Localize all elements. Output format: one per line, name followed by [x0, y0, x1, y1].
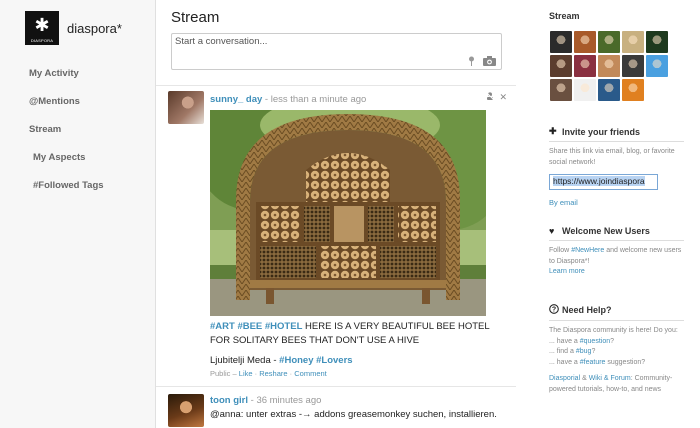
contact-avatar[interactable] — [646, 55, 668, 77]
reshare-link[interactable]: Reshare — [259, 369, 287, 378]
section-title: ? Need Help? — [549, 304, 684, 321]
left-sidebar: ✱ DIASPORA diaspora* My Activity @Mentio… — [0, 0, 156, 428]
invite-title: Invite your friends — [562, 126, 641, 137]
asterisk-logo-icon: ✱ — [34, 15, 50, 35]
heart-icon: ♥ — [549, 226, 555, 236]
wiki-forum-link[interactable]: Wiki & Forum — [589, 375, 631, 382]
bug-tag-link[interactable]: #bug — [576, 348, 592, 355]
section-title: ♥ Welcome New Users — [549, 226, 684, 241]
camera-icon[interactable] — [483, 56, 496, 69]
post-time[interactable]: - less than a minute ago — [262, 94, 366, 105]
contacts-grid — [550, 31, 675, 103]
contact-avatar[interactable] — [598, 55, 620, 77]
divider — [156, 386, 516, 387]
help-item-post: ? — [591, 348, 596, 355]
nav-my-activity[interactable]: My Activity — [0, 63, 155, 91]
nav-stream[interactable]: Stream — [0, 119, 155, 147]
main-stream: Stream sunny_ day - less than a minute a… — [156, 0, 526, 428]
publisher-input[interactable] — [175, 36, 495, 47]
plus-icon: ✚ — [549, 126, 557, 136]
help-item-post: suggestion? — [605, 358, 646, 366]
question-circle-icon: ? — [549, 304, 559, 316]
welcome-title: Welcome New Users — [562, 226, 650, 236]
invite-url: https://www.joindiaspora — [553, 176, 645, 186]
svg-text:?: ? — [552, 307, 556, 314]
contact-avatar[interactable] — [622, 79, 644, 101]
help-title: Need Help? — [562, 305, 612, 315]
post-author[interactable]: sunny_ day — [210, 94, 262, 105]
stream-post: toon girl - 36 minutes ago @anna: unter … — [156, 388, 516, 428]
contact-avatar[interactable] — [574, 55, 596, 77]
post-text: #ART #BEE #HOTEL HERE IS A VERY BEAUTIFU… — [210, 320, 500, 348]
help-item-post: ? — [610, 337, 615, 345]
post-image[interactable] — [210, 110, 486, 316]
contact-avatar[interactable] — [598, 31, 620, 53]
stream-post: sunny_ day - less than a minute ago ✕ #A… — [156, 86, 516, 386]
contact-avatar[interactable] — [622, 31, 644, 53]
contact-avatar[interactable] — [574, 79, 596, 101]
welcome-text: Follow #NewHere and welcome new users to… — [549, 246, 684, 278]
caption-text: Ljubitelji Meda - — [210, 355, 280, 366]
visibility-label: Public — [210, 369, 231, 378]
contacts-section-title: Stream — [549, 11, 580, 21]
nav-my-aspects[interactable]: My Aspects — [0, 147, 155, 175]
post-header: sunny_ day - less than a minute ago — [210, 94, 366, 105]
page-title: Stream — [171, 9, 220, 26]
learn-more-link[interactable]: Learn more — [549, 268, 585, 275]
main-nav: My Activity @Mentions Stream My Aspects … — [0, 63, 155, 203]
post-actions: Public – Like · Reshare · Comment — [210, 369, 327, 378]
diasporial-link[interactable]: Diasporial — [549, 375, 580, 382]
logo-text: DIASPORA — [30, 38, 54, 43]
post-body: @anna: unter extras -→ addons greasemonk… — [210, 409, 497, 420]
map-pin-icon[interactable] — [468, 56, 475, 69]
help-intro: The Diaspora community is here! Do you: — [549, 327, 678, 334]
nav-mentions[interactable]: @Mentions — [0, 91, 155, 119]
invite-by-email-link[interactable]: By email — [549, 198, 684, 207]
help-wiki-mid: & — [580, 375, 589, 382]
avatar[interactable] — [168, 394, 204, 427]
publisher-box[interactable] — [171, 33, 502, 70]
welcome-section: ♥ Welcome New Users Follow #NewHere and … — [549, 226, 684, 278]
post-time[interactable]: - 36 minutes ago — [248, 395, 322, 406]
post-hashtags[interactable]: #ART #BEE #HOTEL — [210, 321, 302, 332]
help-text: The Diaspora community is here! Do you: … — [549, 326, 684, 395]
post-author[interactable]: toon girl — [210, 395, 248, 406]
help-item-pre: ... find a — [549, 348, 576, 355]
help-item-pre: ... have a — [549, 358, 580, 366]
feature-tag-link[interactable]: #feature — [580, 359, 606, 366]
caption-hashtags[interactable]: #Honey #Lovers — [279, 355, 352, 366]
brand[interactable]: ✱ DIASPORA diaspora* — [25, 11, 122, 45]
diaspora-logo[interactable]: ✱ DIASPORA — [25, 11, 59, 45]
newhere-link[interactable]: #NewHere — [571, 247, 604, 254]
help-section: ? Need Help? The Diaspora community is h… — [549, 304, 684, 395]
invite-text: Share this link via email, blog, or favo… — [549, 148, 675, 166]
post-header: toon girl - 36 minutes ago — [210, 395, 321, 406]
ignore-user-icon[interactable] — [485, 91, 497, 102]
contact-avatar[interactable] — [574, 31, 596, 53]
avatar[interactable] — [168, 91, 204, 124]
welcome-text-pre: Follow — [549, 247, 572, 254]
contact-avatar[interactable] — [550, 31, 572, 53]
contact-avatar[interactable] — [646, 31, 668, 53]
section-title: ✚ Invite your friends — [549, 126, 684, 142]
question-tag-link[interactable]: #question — [580, 338, 610, 345]
like-link[interactable]: Like — [239, 369, 253, 378]
invite-section: ✚ Invite your friends Share this link vi… — [549, 126, 684, 207]
contact-avatar[interactable] — [622, 55, 644, 77]
right-sidebar: Stream ✚ Invite your friends Share this … — [539, 0, 700, 428]
help-item-pre: ... have a — [549, 337, 580, 345]
contact-avatar[interactable] — [598, 79, 620, 101]
post-caption: Ljubitelji Meda - #Honey #Lovers — [210, 354, 353, 368]
contact-avatar[interactable] — [550, 55, 572, 77]
brand-name[interactable]: diaspora* — [67, 21, 122, 36]
post-controls: ✕ — [485, 91, 508, 103]
nav-followed-tags[interactable]: #Followed Tags — [0, 175, 155, 203]
contact-avatar[interactable] — [550, 79, 572, 101]
comment-link[interactable]: Comment — [294, 369, 327, 378]
invite-url-field[interactable]: https://www.joindiaspora — [549, 174, 658, 190]
close-icon[interactable]: ✕ — [500, 92, 508, 102]
